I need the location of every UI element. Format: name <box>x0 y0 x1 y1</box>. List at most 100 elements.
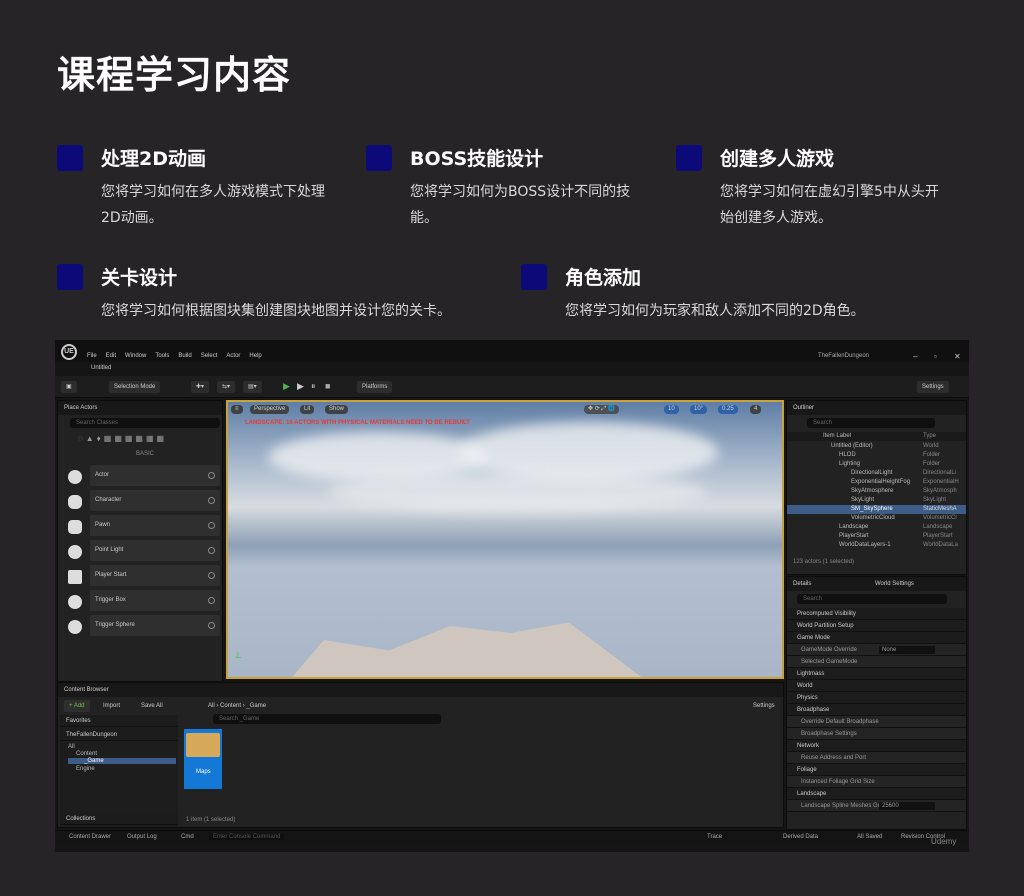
stop-icon[interactable]: ■ <box>325 381 330 391</box>
outliner-row[interactable]: DirectionalLight DirectionalLi <box>787 469 966 478</box>
folder-tree-item[interactable]: Content <box>76 751 97 757</box>
landscape-spline-value[interactable]: 25600 <box>879 802 935 810</box>
details-section[interactable]: Precomputed Visibility <box>787 608 966 620</box>
folder-tree-item[interactable]: All <box>68 744 75 750</box>
viewport-tools-icons[interactable]: ✥ ⟳ ⤢ 🌐 <box>584 405 620 414</box>
menu-item-help[interactable]: Help <box>249 353 261 359</box>
outliner-row[interactable]: Untitled (Editor) World <box>787 442 966 451</box>
play-icon[interactable]: ▶ <box>283 381 290 392</box>
world-settings-tab[interactable]: World Settings <box>875 577 914 591</box>
lit-button[interactable]: Lit <box>300 405 315 414</box>
all-saved-status[interactable]: All Saved <box>857 834 882 840</box>
trace-button[interactable]: Trace <box>707 834 722 840</box>
actor-item-trigger-sphere[interactable]: Trigger Sphere <box>90 615 220 636</box>
menu-item-file[interactable]: File <box>87 353 97 359</box>
camera-speed-value[interactable]: 4 <box>750 405 762 414</box>
favorites-header[interactable]: Favorites <box>60 715 178 727</box>
derived-data-button[interactable]: Derived Data <box>783 834 818 840</box>
settings-dropdown[interactable]: Settings <box>917 381 949 393</box>
outliner-row[interactable]: SkyAtmosphere SkyAtmosph <box>787 487 966 496</box>
project-header[interactable]: TheFallenDungeon <box>60 729 178 741</box>
add-button[interactable]: + Add <box>64 700 90 712</box>
details-property[interactable]: Selected GameMode <box>787 656 966 668</box>
platforms-dropdown[interactable]: Platforms <box>357 381 393 393</box>
outliner-search[interactable]: Search <box>807 418 935 428</box>
menu-item-edit[interactable]: Edit <box>106 353 116 359</box>
outliner-row[interactable]: SkyLight SkyLight <box>787 496 966 505</box>
details-section[interactable]: Landscape <box>787 788 966 800</box>
output-log-button[interactable]: Output Log <box>127 834 157 840</box>
details-search[interactable]: Search <box>797 594 947 604</box>
cinematics-icon[interactable]: ▤▾ <box>243 381 262 393</box>
place-actors-search[interactable]: Search Classes <box>70 418 220 428</box>
add-actor-icon[interactable]: ✚▾ <box>191 381 210 393</box>
save-icon[interactable]: ▣ <box>61 381 77 393</box>
outliner-row[interactable]: WorldDataLayers-1 WorldDataLa <box>787 541 966 550</box>
play-options-icon[interactable]: ▶ <box>297 381 304 392</box>
details-tab[interactable]: Details World Settings <box>787 577 966 591</box>
menu-item-window[interactable]: Window <box>125 353 146 359</box>
level-tab[interactable]: Untitled <box>91 365 111 371</box>
content-browser-tab[interactable]: Content Browser <box>58 683 783 697</box>
menu-item-build[interactable]: Build <box>178 353 191 359</box>
details-property[interactable]: GameMode Override None <box>787 644 966 656</box>
details-property[interactable]: Instanced Foliage Grid Size <box>787 776 966 788</box>
actor-item-actor[interactable]: Actor <box>90 465 220 486</box>
details-section[interactable]: Physics <box>787 692 966 704</box>
outliner-row[interactable]: Lighting Folder <box>787 460 966 469</box>
menu-item-tools[interactable]: Tools <box>155 353 169 359</box>
close-icon[interactable]: ✕ <box>954 352 961 361</box>
maps-folder-tile[interactable]: Maps <box>184 729 222 789</box>
cmd-dropdown[interactable]: Cmd <box>181 834 194 840</box>
details-section[interactable]: Foliage <box>787 764 966 776</box>
menu-item-select[interactable]: Select <box>201 353 218 359</box>
cb-settings-button[interactable]: Settings <box>748 700 780 712</box>
path-breadcrumb[interactable]: All › Content › _Game <box>208 703 266 709</box>
minimize-icon[interactable]: – <box>913 352 917 361</box>
viewport-menu-icon[interactable]: ≡ <box>231 405 243 414</box>
outliner-row[interactable]: PlayerStart PlayerStart <box>787 532 966 541</box>
outliner-tab[interactable]: Outliner <box>787 401 966 415</box>
place-actors-tab[interactable]: Place Actors <box>58 401 222 415</box>
scale-snap-value[interactable]: 0.25 <box>718 405 738 414</box>
details-property[interactable]: Override Default Broadphase <box>787 716 966 728</box>
details-property[interactable]: Reuse Address and Port <box>787 752 966 764</box>
save-all-button[interactable]: Save All <box>136 700 168 712</box>
selection-mode-dropdown[interactable]: Selection Mode <box>109 381 161 393</box>
menu-item-actor[interactable]: Actor <box>226 353 240 359</box>
details-property[interactable]: Landscape Spline Meshes Gr 25600 <box>787 800 966 812</box>
perspective-button[interactable]: Perspective <box>250 405 290 414</box>
actor-item-pawn[interactable]: Pawn <box>90 515 220 536</box>
actor-item-trigger-box[interactable]: Trigger Box <box>90 590 220 611</box>
details-section[interactable]: Lightmass <box>787 668 966 680</box>
blueprint-icon[interactable]: ⇆▾ <box>217 381 236 393</box>
details-section[interactable]: World Partition Setup <box>787 620 966 632</box>
grid-snap-value[interactable]: 10 <box>664 405 679 414</box>
actor-item-player-start[interactable]: Player Start <box>90 565 220 586</box>
outliner-row-selected[interactable]: SM_SkySphere StaticMeshA <box>787 505 966 514</box>
details-property[interactable]: Broadphase Settings <box>787 728 966 740</box>
outliner-row[interactable]: HLOD Folder <box>787 451 966 460</box>
gamemode-override-select[interactable]: None <box>879 646 935 654</box>
content-search[interactable]: Search _Game <box>213 714 441 724</box>
rotation-snap-value[interactable]: 10° <box>690 405 708 414</box>
details-section[interactable]: Broadphase <box>787 704 966 716</box>
import-button[interactable]: Import <box>98 700 125 712</box>
actor-item-point-light[interactable]: Point Light <box>90 540 220 561</box>
details-section[interactable]: World <box>787 680 966 692</box>
maximize-icon[interactable]: ▫ <box>934 352 937 361</box>
folder-tree-item-selected[interactable]: _Game <box>68 758 176 764</box>
show-button[interactable]: Show <box>325 405 349 414</box>
folder-tree-item[interactable]: Engine <box>76 766 95 772</box>
console-input[interactable]: Enter Console Command <box>209 834 285 840</box>
outliner-row[interactable]: ExponentialHeightFog ExponentialH <box>787 478 966 487</box>
details-section[interactable]: Game Mode <box>787 632 966 644</box>
actor-item-character[interactable]: Character <box>90 490 220 511</box>
content-drawer-button[interactable]: Content Drawer <box>69 834 111 840</box>
level-viewport[interactable]: ≡ Perspective Lit Show ✥ ⟳ ⤢ 🌐 10 10° 0.… <box>226 400 784 679</box>
outliner-row[interactable]: VolumetricCloud VolumetricCl <box>787 514 966 523</box>
collections-header[interactable]: Collections <box>60 813 178 825</box>
pause-icon[interactable]: ⏸ <box>311 381 316 392</box>
details-section[interactable]: Network <box>787 740 966 752</box>
outliner-row[interactable]: Landscape Landscape <box>787 523 966 532</box>
